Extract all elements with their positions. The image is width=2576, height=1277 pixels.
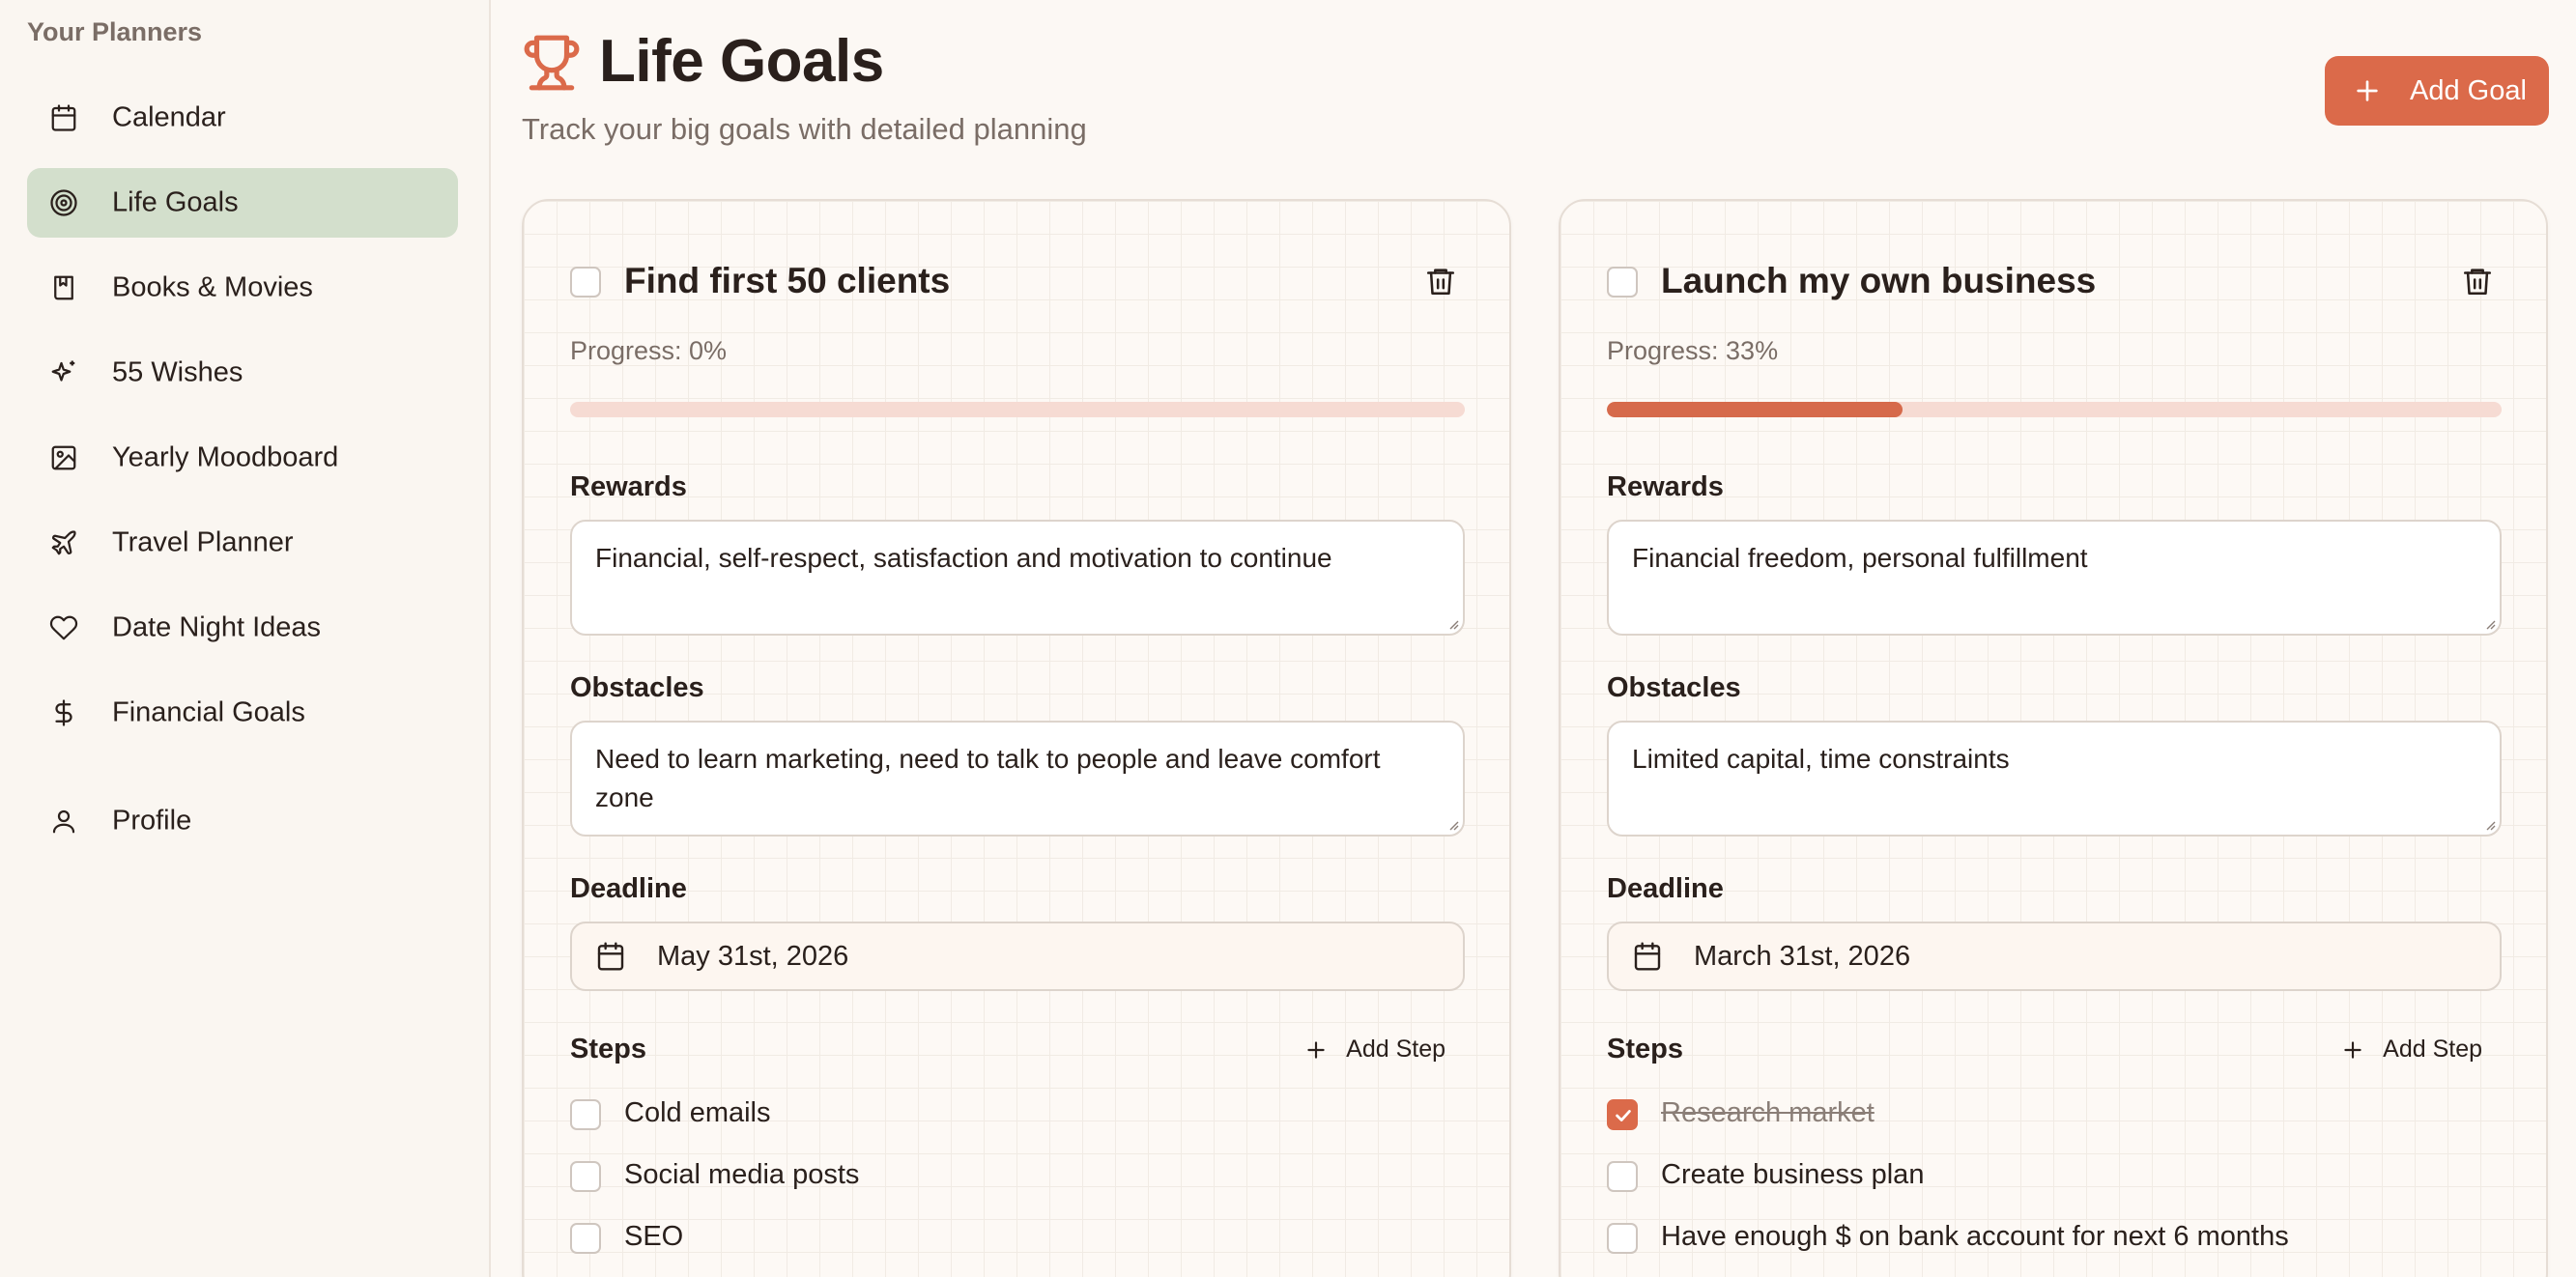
step-text: Social media posts (624, 1159, 860, 1190)
sidebar-item-label: Calendar (112, 101, 226, 133)
deadline-value: May 31st, 2026 (657, 941, 849, 972)
step-checkbox[interactable] (570, 1099, 601, 1130)
obstacles-textarea[interactable]: Limited capital, time constraints (1607, 721, 2502, 837)
sidebar-item-label: Life Goals (112, 186, 239, 218)
page-subtitle: Track your big goals with detailed plann… (522, 112, 1087, 146)
deadline-picker[interactable]: May 31st, 2026 (570, 922, 1465, 991)
image-icon (48, 442, 79, 473)
plane-icon (48, 527, 79, 558)
add-step-button[interactable]: Add Step (2340, 1036, 2482, 1064)
step-checkbox[interactable] (1607, 1161, 1638, 1192)
sidebar-item-label: Profile (112, 805, 192, 837)
step-checkbox[interactable] (570, 1223, 601, 1254)
sidebar-item-label: Financial Goals (112, 696, 305, 728)
sidebar-item-yearly-moodboard[interactable]: Yearly Moodboard (27, 423, 458, 493)
plus-icon (2344, 1040, 2361, 1059)
add-goal-label: Add Goal (2410, 75, 2527, 106)
add-step-label: Add Step (1346, 1036, 1445, 1063)
sidebar-item-label: 55 Wishes (112, 356, 243, 388)
sidebar-item-financial-goals[interactable]: Financial Goals (27, 678, 458, 748)
sidebar-item-calendar[interactable]: Calendar (27, 83, 458, 153)
target-icon (48, 187, 79, 218)
steps-label: Steps (1607, 1034, 1683, 1064)
sidebar-title: Your Planners (27, 17, 203, 46)
obstacles-text: Limited capital, time constraints (1632, 744, 2010, 774)
sidebar-item-books-movies[interactable]: Books & Movies (27, 253, 458, 323)
plus-icon (2352, 75, 2383, 106)
rewards-text: Financial freedom, personal fulfillment (1632, 543, 2088, 573)
rewards-label: Rewards (570, 471, 687, 502)
calendar-icon (48, 102, 79, 133)
resize-grip-icon[interactable] (1445, 616, 1459, 630)
obstacles-text: Need to learn marketing, need to talk to… (595, 744, 1381, 812)
rewards-textarea[interactable]: Financial, self-respect, satisfaction an… (570, 520, 1465, 636)
user-icon (48, 806, 79, 837)
deadline-value: March 31st, 2026 (1694, 941, 1911, 972)
progress-bar (570, 402, 1465, 417)
sidebar-item-date-night-ideas[interactable]: Date Night Ideas (27, 593, 458, 663)
add-step-button[interactable]: Add Step (1303, 1036, 1445, 1064)
deadline-label: Deadline (570, 873, 687, 904)
trash-icon[interactable] (2461, 265, 2496, 299)
progress-label: Progress: 0% (570, 336, 728, 365)
calendar-icon (1632, 941, 1663, 972)
checkmark-icon (1616, 1110, 1631, 1121)
step-checkbox[interactable] (570, 1161, 601, 1192)
obstacles-label: Obstacles (570, 672, 704, 703)
obstacles-textarea[interactable]: Need to learn marketing, need to talk to… (570, 721, 1465, 837)
goal-complete-checkbox[interactable] (1607, 267, 1638, 298)
goal-card: Launch my own business Progress: 33% Rew… (1559, 199, 2548, 1277)
heart-icon (48, 612, 79, 643)
book-icon (48, 272, 79, 303)
steps-label: Steps (570, 1034, 646, 1064)
sidebar-item-label: Yearly Moodboard (112, 441, 339, 473)
sparkles-icon (48, 357, 79, 388)
sidebar-item-label: Books & Movies (112, 271, 313, 303)
step-text: SEO (624, 1221, 684, 1252)
step-checkbox[interactable] (1607, 1099, 1638, 1130)
rewards-text: Financial, self-respect, satisfaction an… (595, 543, 1332, 573)
rewards-label: Rewards (1607, 471, 1724, 502)
step-text: Research market (1661, 1097, 1875, 1128)
rewards-textarea[interactable]: Financial freedom, personal fulfillment (1607, 520, 2502, 636)
add-step-label: Add Step (2383, 1036, 2482, 1063)
obstacles-label: Obstacles (1607, 672, 1741, 703)
progress-label: Progress: 33% (1607, 336, 1779, 365)
sidebar-item-profile[interactable]: Profile (27, 786, 458, 856)
progress-fill (1607, 402, 1903, 417)
progress-bar (1607, 402, 2502, 417)
sidebar-item-55-wishes[interactable]: 55 Wishes (27, 338, 458, 408)
goal-title: Find first 50 clients (624, 261, 951, 300)
deadline-label: Deadline (1607, 873, 1724, 904)
step-text: Have enough $ on bank account for next 6… (1661, 1221, 2289, 1252)
add-goal-button[interactable]: Add Goal (2325, 56, 2549, 126)
plus-icon (1307, 1040, 1325, 1059)
sidebar: Your Planners Calendar Life Goals Books … (0, 0, 491, 1277)
sidebar-item-life-goals[interactable]: Life Goals (27, 168, 458, 238)
deadline-picker[interactable]: March 31st, 2026 (1607, 922, 2502, 991)
goal-title: Launch my own business (1661, 261, 2097, 300)
step-text: Cold emails (624, 1097, 771, 1128)
page-title: Life Goals (599, 28, 884, 95)
resize-grip-icon[interactable] (1445, 817, 1459, 831)
dollar-icon (48, 697, 79, 728)
trophy-icon (522, 33, 582, 93)
sidebar-item-travel-planner[interactable]: Travel Planner (27, 508, 458, 578)
trash-icon[interactable] (1424, 265, 1459, 299)
calendar-icon (595, 941, 626, 972)
sidebar-item-label: Date Night Ideas (112, 611, 322, 643)
resize-grip-icon[interactable] (2482, 616, 2496, 630)
goal-card: Find first 50 clients Progress: 0% Rewar… (522, 199, 1511, 1277)
step-checkbox[interactable] (1607, 1223, 1638, 1254)
step-text: Create business plan (1661, 1159, 1925, 1190)
sidebar-item-label: Travel Planner (112, 526, 294, 558)
resize-grip-icon[interactable] (2482, 817, 2496, 831)
goal-complete-checkbox[interactable] (570, 267, 601, 298)
